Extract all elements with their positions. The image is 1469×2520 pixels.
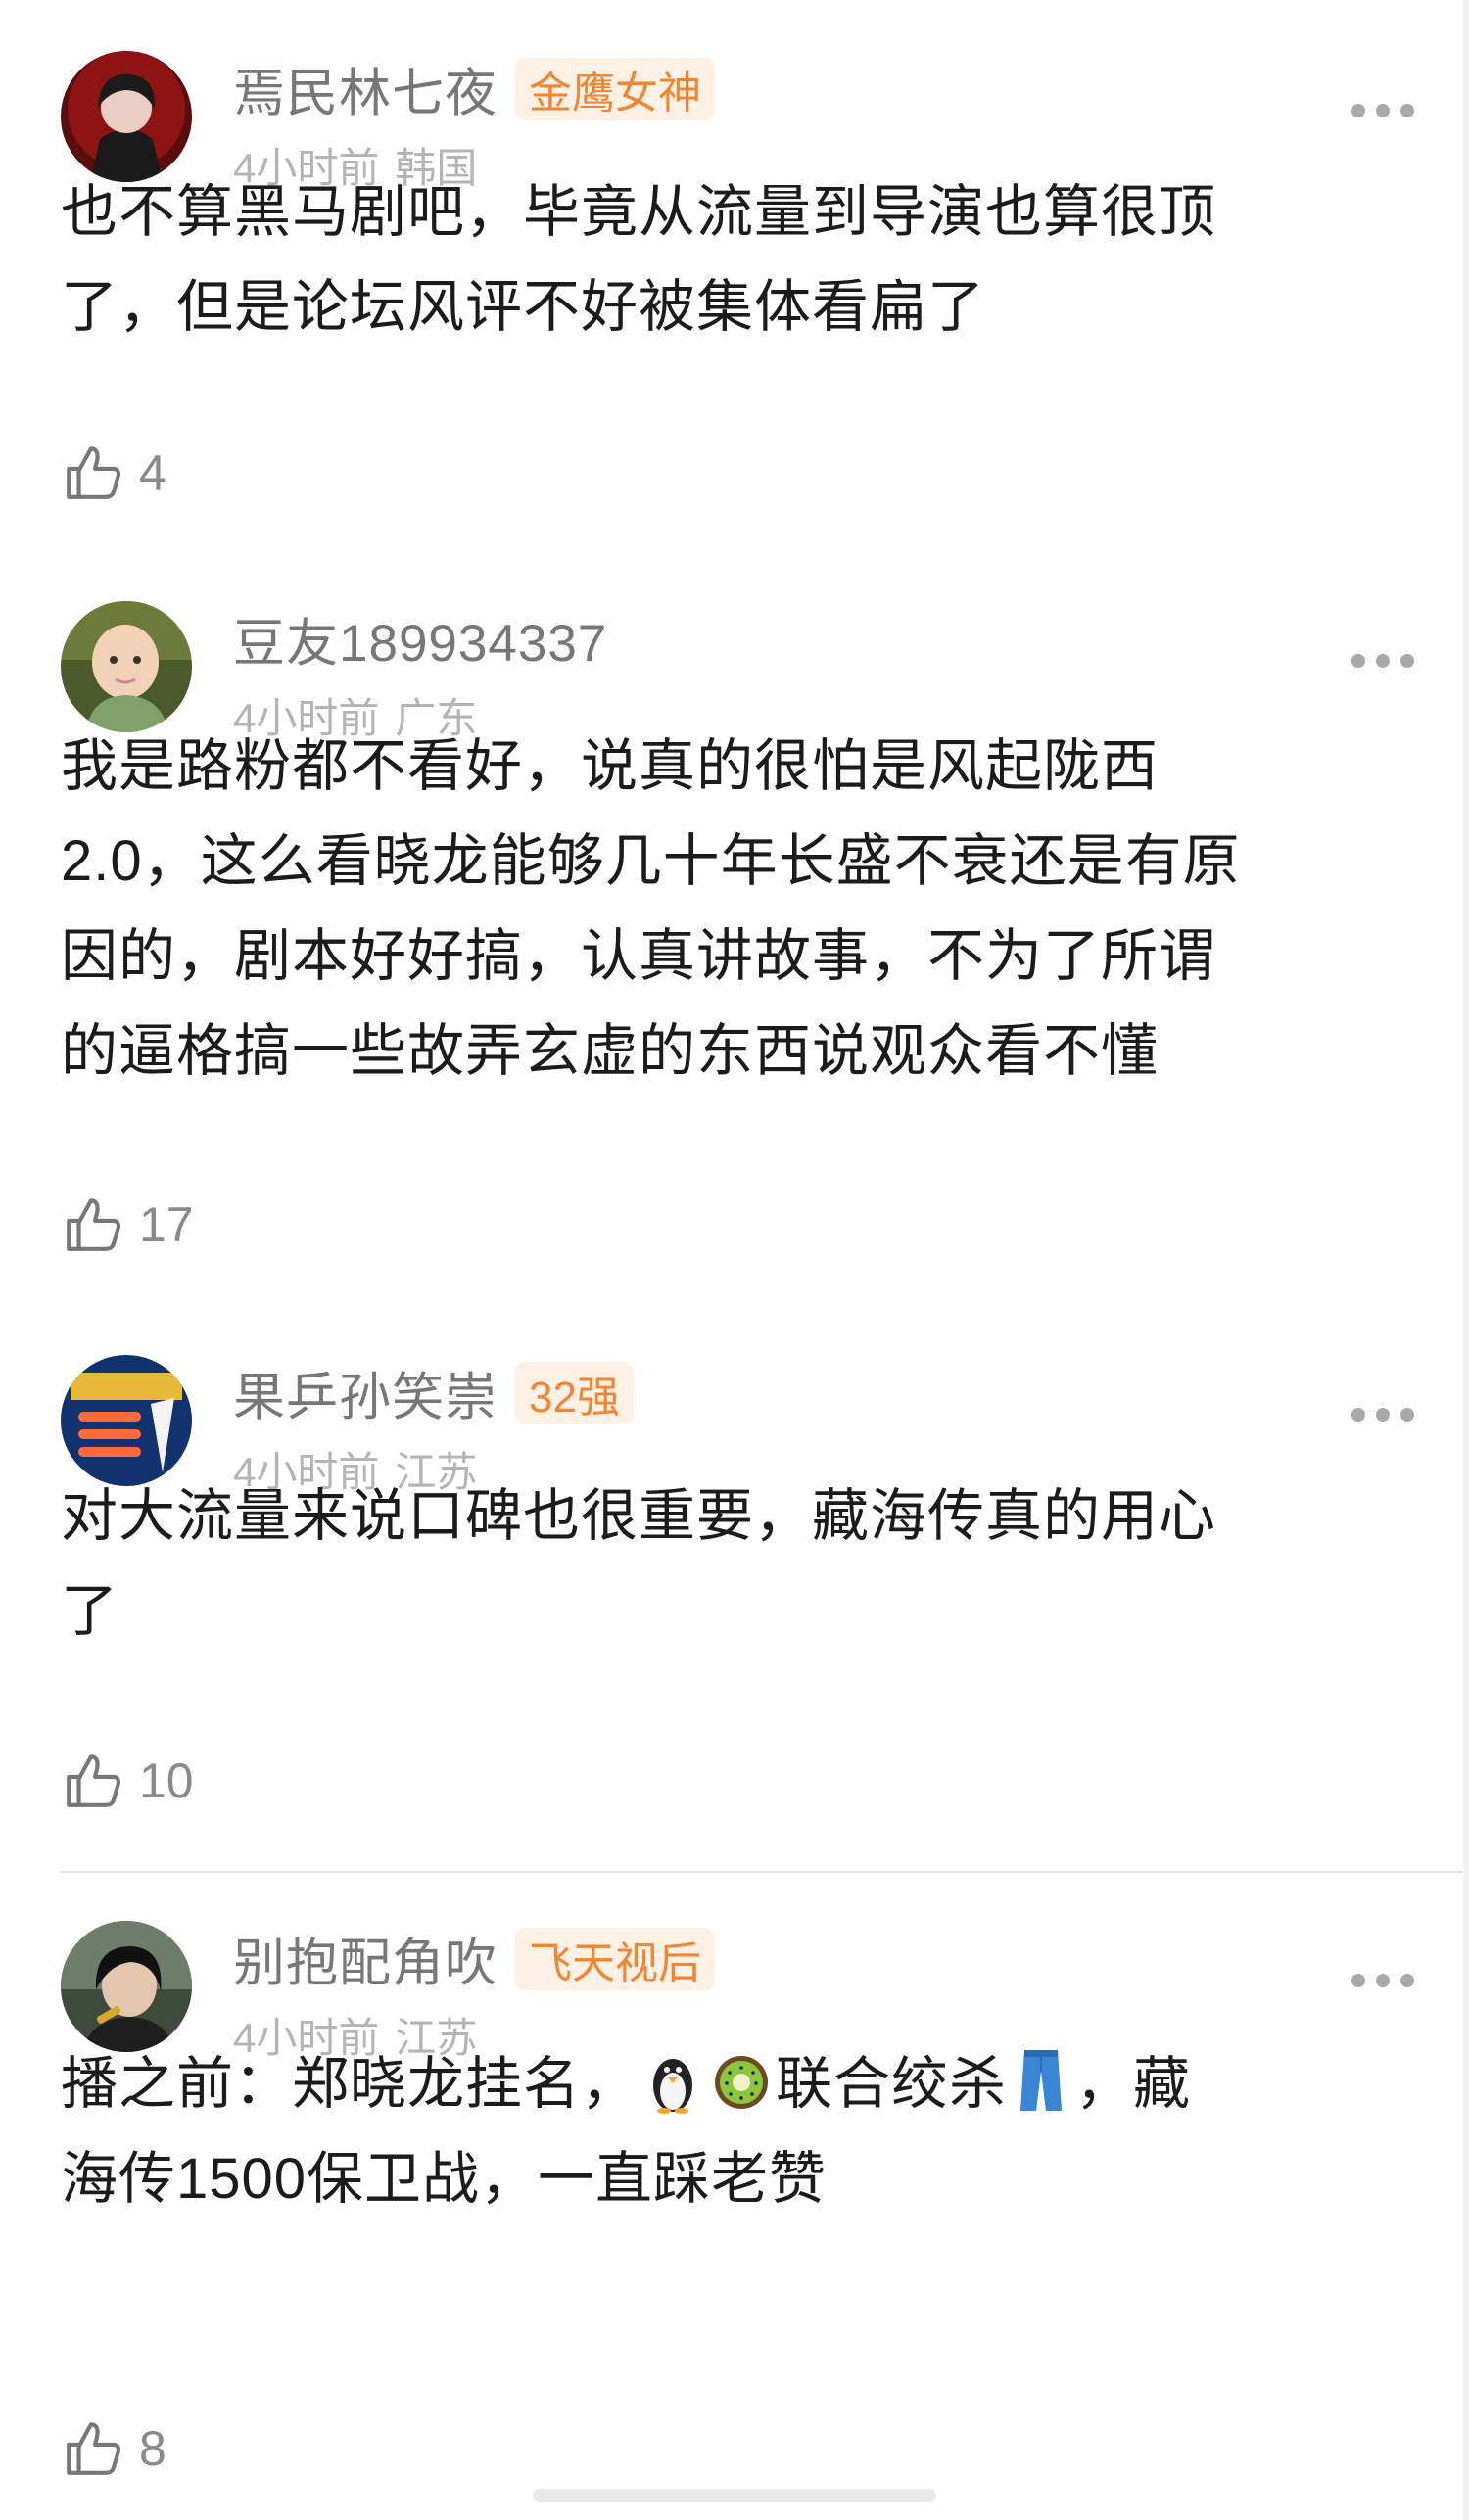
- like-count: 4: [139, 445, 166, 500]
- more-dots-icon[interactable]: [1351, 652, 1414, 670]
- home-indicator[interactable]: [533, 2489, 936, 2502]
- user-avatar[interactable]: [61, 601, 192, 732]
- like-button[interactable]: 4: [61, 439, 166, 507]
- like-button[interactable]: 8: [61, 2414, 166, 2483]
- user-info: 豆友189934337: [233, 607, 607, 673]
- kiwi-emoji: [711, 2046, 772, 2115]
- comment-text: 对大流量来说口碑也很重要，藏海传真的用心 了: [61, 1484, 1217, 1643]
- thumb-up-icon: [61, 441, 125, 505]
- username[interactable]: 果乒孙笑崇: [233, 1356, 498, 1430]
- username[interactable]: 豆友189934337: [233, 602, 607, 677]
- thumb-up-icon: [61, 2416, 125, 2481]
- user-badge: 飞天视后: [515, 1928, 715, 1990]
- user-avatar[interactable]: [61, 1355, 192, 1486]
- user-info: 果乒孙笑崇 32强: [233, 1361, 634, 1426]
- username[interactable]: 别抱配角吹: [233, 1922, 498, 1996]
- like-button[interactable]: 10: [61, 1747, 194, 1815]
- user-info: 别抱配角吹 飞天视后: [233, 1927, 715, 1992]
- user-badge: 32强: [515, 1362, 634, 1424]
- comment-text: 也不算黑马剧吧，毕竟从流量到导演也算很顶 了，但是论坛风评不好被集体看扁了: [61, 180, 1217, 339]
- jeans-emoji: [1011, 2046, 1071, 2115]
- penguin-emoji: [642, 2046, 703, 2115]
- like-count: 10: [139, 1753, 194, 1808]
- user-badge: 金鹰女神: [515, 58, 715, 120]
- user-avatar[interactable]: [61, 1921, 192, 2052]
- comment-text: 播之前：郑晓龙挂名， 联合绞杀 ，藏 海传1500保卫战，一直踩老赞: [61, 2036, 1422, 2226]
- like-button[interactable]: 17: [61, 1190, 194, 1259]
- user-avatar[interactable]: [61, 51, 192, 182]
- user-info: 焉民林七夜 金鹰女神: [233, 57, 715, 122]
- username[interactable]: 焉民林七夜: [233, 52, 498, 126]
- more-dots-icon[interactable]: [1351, 1972, 1414, 1989]
- more-dots-icon[interactable]: [1351, 102, 1414, 119]
- thumb-up-icon: [61, 1192, 125, 1257]
- comment-text: 我是路粉都不看好，说真的很怕是风起陇西 2.0，这么看晓龙能够几十年长盛不衰还是…: [61, 734, 1241, 1083]
- like-count: 17: [139, 1197, 194, 1252]
- thumb-up-icon: [61, 1749, 125, 1813]
- comment-divider: [61, 1871, 1469, 1873]
- page-edge: [1463, 0, 1469, 2520]
- more-dots-icon[interactable]: [1351, 1406, 1414, 1423]
- like-count: 8: [139, 2421, 166, 2476]
